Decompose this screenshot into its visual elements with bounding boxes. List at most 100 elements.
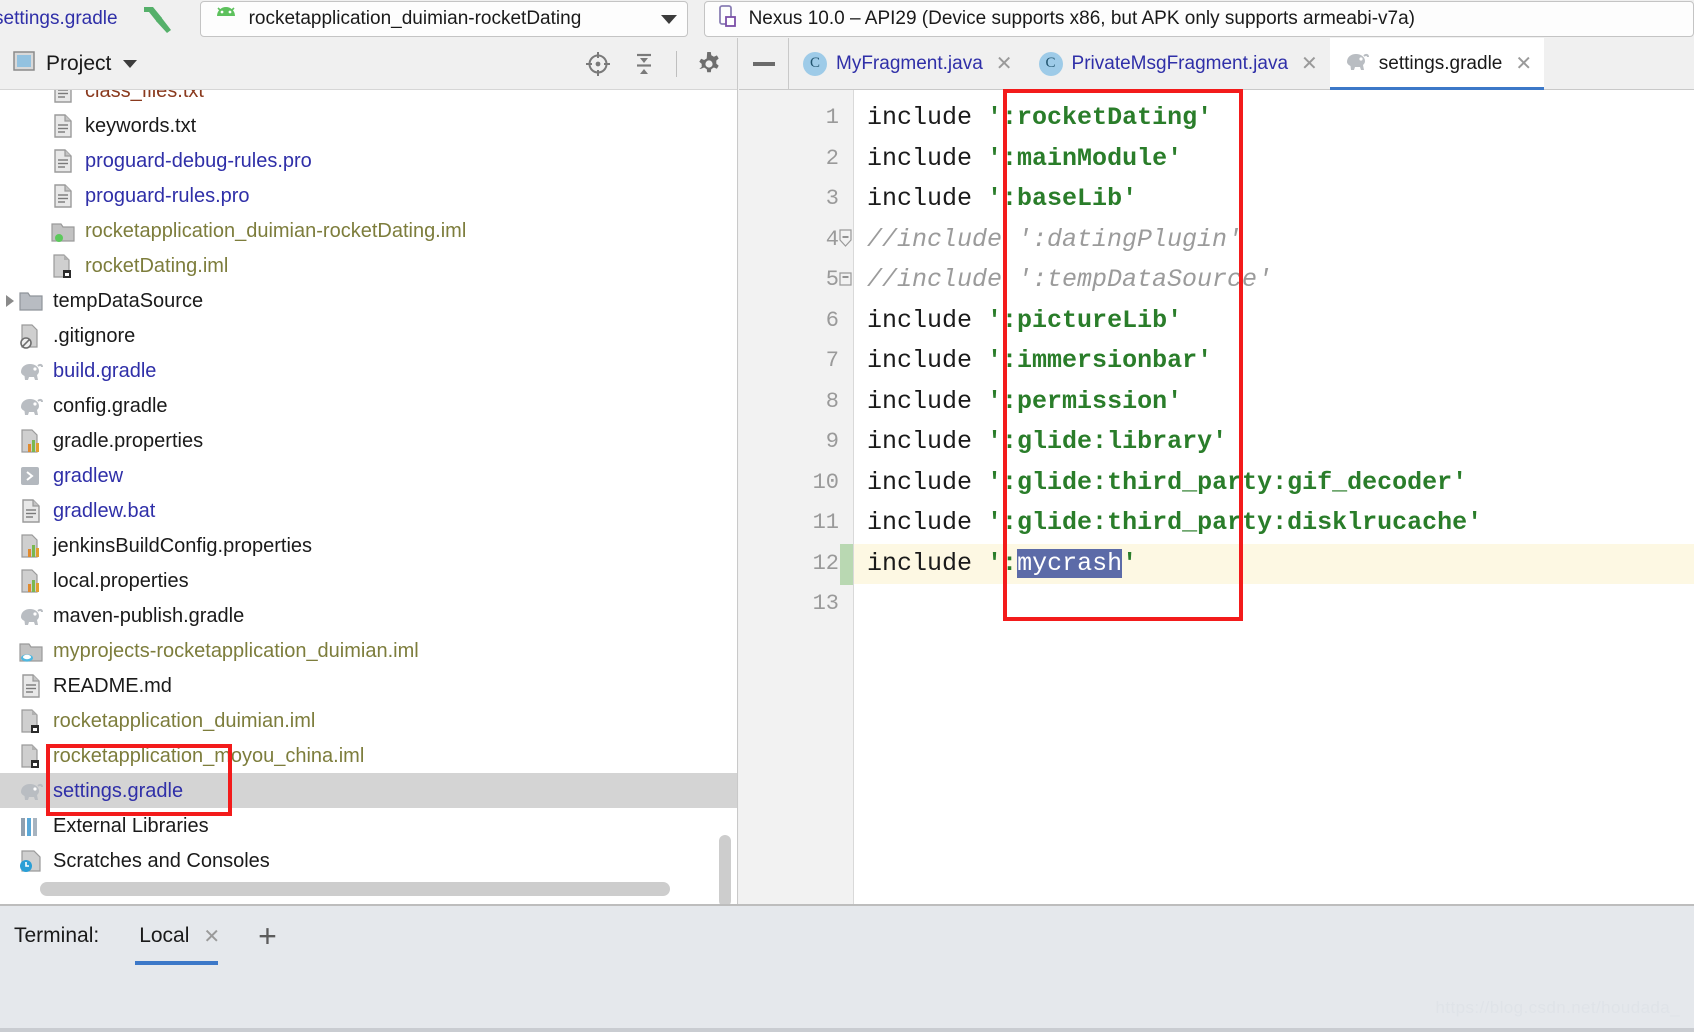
code-editor[interactable]: 1 2 3 4 5 6 7 8 9 10 11 12 13 include ':rocketDating… [739, 89, 1694, 904]
tree-item[interactable]: build.gradle [0, 353, 737, 388]
iml-file-icon [18, 743, 44, 769]
close-icon[interactable]: ✕ [996, 51, 1013, 76]
editor-tabbar: C MyFragment.java ✕ C PrivateMsgFragment.jav… [739, 38, 1694, 90]
tree-item[interactable]: jenkinsBuildConfig.properties [0, 528, 737, 563]
tree-item[interactable]: rocketapplication_duimian.iml [0, 703, 737, 738]
text-file-icon [50, 90, 76, 104]
tree-item[interactable]: External Libraries [0, 808, 737, 843]
code-string: :pictureLib [1002, 305, 1168, 335]
project-panel-toolbar [584, 50, 723, 78]
text-file-icon [50, 183, 76, 209]
hide-tool-window-button[interactable] [739, 38, 789, 89]
tree-vertical-scrollbar[interactable] [719, 835, 731, 904]
gradle-elephant-icon [18, 393, 44, 419]
code-line[interactable]: //include ':tempDataSource' [854, 260, 1694, 301]
tree-item-label: rocketDating.iml [85, 254, 229, 277]
code-line[interactable]: include ':mycrash' [854, 543, 1694, 584]
code-quote: ' [1167, 305, 1183, 335]
locate-target-icon[interactable] [584, 50, 612, 78]
tree-item[interactable]: gradle.properties [0, 423, 737, 458]
device-selector[interactable]: Nexus 10.0 – API29 (Device supports x86,… [703, 1, 1694, 37]
code-keyword: include [867, 427, 988, 456]
tree-item[interactable]: myprojects-rocketapplication_duimian.iml [0, 633, 737, 668]
tree-item[interactable]: keywords.txt [0, 108, 737, 143]
collapse-all-icon[interactable] [630, 50, 658, 78]
breadcrumb[interactable]: settings.gradle [0, 8, 118, 30]
code-keyword: include [867, 346, 988, 375]
code-line[interactable]: include ':rocketDating' [854, 98, 1694, 139]
tree-item[interactable]: gradlew [0, 458, 737, 493]
tree-item[interactable]: local.properties [0, 563, 737, 598]
tree-item[interactable]: maven-publish.gradle [0, 598, 737, 633]
chevron-down-icon[interactable] [660, 14, 677, 24]
code-comment: //include ':datingPlugin' [867, 224, 1243, 254]
code-selection: mycrash [1017, 548, 1123, 578]
code-line[interactable]: include ':glide:third_party:disklrucache… [854, 503, 1694, 544]
scrollbar-thumb[interactable] [40, 882, 670, 896]
code-quote: ' [1212, 427, 1228, 456]
terminal-tab-local[interactable]: Local ✕ [135, 924, 228, 965]
close-icon[interactable]: ✕ [1301, 51, 1318, 76]
tree-item[interactable]: .gitignore [0, 318, 737, 353]
tree-item-label: Scratches and Consoles [53, 849, 270, 872]
editor-tab[interactable]: settings.gradle ✕ [1329, 38, 1545, 90]
code-quote: ' [987, 427, 1003, 456]
hammer-icon[interactable] [140, 4, 174, 34]
code-line[interactable]: include ':immersionbar' [854, 341, 1694, 382]
properties-file-icon [18, 428, 44, 454]
editor-tab[interactable]: C MyFragment.java ✕ [789, 38, 1025, 89]
tree-item[interactable]: proguard-rules.pro [0, 178, 737, 213]
editor-tab-label: settings.gradle [1378, 52, 1503, 74]
add-terminal-tab-button[interactable]: + [258, 920, 277, 952]
code-fold-icon[interactable] [837, 269, 854, 291]
run-configuration-label: rocketapplication_duimian-rocketDating [248, 8, 582, 29]
tree-item-label: gradlew.bat [53, 499, 156, 522]
tree-item[interactable]: Scratches and Consoles [0, 843, 737, 878]
line-number: 2 [825, 145, 839, 171]
gitignore-file-icon [18, 323, 44, 349]
terminal-title: Terminal: [14, 924, 100, 947]
code-line[interactable]: //include ':datingPlugin' [854, 220, 1694, 261]
line-number: 3 [825, 186, 839, 211]
editor-gutter[interactable]: 1 2 3 4 5 6 7 8 9 10 11 12 13 [739, 90, 854, 904]
tree-item[interactable]: gradlew.bat [0, 493, 737, 528]
code-line[interactable]: include ':baseLib' [854, 179, 1694, 220]
minimize-icon [752, 61, 775, 66]
chevron-down-icon[interactable] [123, 59, 138, 68]
editor-text[interactable]: include ':rocketDating' include ':mainMod… [854, 90, 1694, 904]
tree-item[interactable]: rocketapplication_duimian-rocketDating.i… [0, 213, 737, 248]
code-keyword: include [867, 103, 988, 132]
tree-item[interactable]: README.md [0, 668, 737, 703]
tree-horizontal-scrollbar[interactable] [0, 882, 720, 896]
terminal-bottom-strip [0, 1028, 1694, 1032]
tree-item[interactable]: settings.gradle [0, 773, 737, 808]
close-icon[interactable]: ✕ [1515, 51, 1532, 76]
gear-icon[interactable] [695, 50, 723, 78]
code-quote: ' [1467, 508, 1483, 537]
tree-item[interactable]: config.gradle [0, 388, 737, 423]
close-icon[interactable]: ✕ [203, 924, 220, 949]
code-line[interactable]: include ':mainModule' [854, 139, 1694, 180]
text-file-icon [18, 673, 44, 699]
code-line[interactable] [854, 584, 1694, 625]
code-line[interactable]: include ':glide:library' [854, 422, 1694, 463]
toolbar-divider [676, 50, 677, 77]
tree-item[interactable]: class_files.txt [0, 90, 737, 108]
code-quote: ' [1452, 467, 1468, 497]
code-keyword: include [867, 386, 988, 416]
code-fold-icon[interactable] [837, 228, 854, 251]
tree-item[interactable]: tempDataSource [0, 283, 737, 318]
code-quote: ' [1122, 184, 1138, 213]
project-file-tree[interactable]: class_files.txt keywords.txt proguard-debu… [0, 90, 737, 904]
code-line[interactable]: include ':pictureLib' [854, 301, 1694, 342]
code-line[interactable]: include ':permission' [854, 382, 1694, 423]
code-line[interactable]: include ':glide:third_party:gif_decoder' [854, 463, 1694, 504]
tree-item[interactable]: proguard-debug-rules.pro [0, 143, 737, 178]
iml-file-icon [18, 708, 44, 734]
tree-item-label: tempDataSource [53, 289, 204, 312]
tree-item[interactable]: rocketapplication_moyou_china.iml [0, 738, 737, 773]
expand-arrow-icon[interactable] [6, 294, 14, 307]
tree-item[interactable]: rocketDating.iml [0, 248, 737, 283]
editor-tab[interactable]: C PrivateMsgFragment.java ✕ [1025, 38, 1330, 89]
run-configuration-selector[interactable]: rocketapplication_duimian-rocketDating [199, 1, 688, 37]
